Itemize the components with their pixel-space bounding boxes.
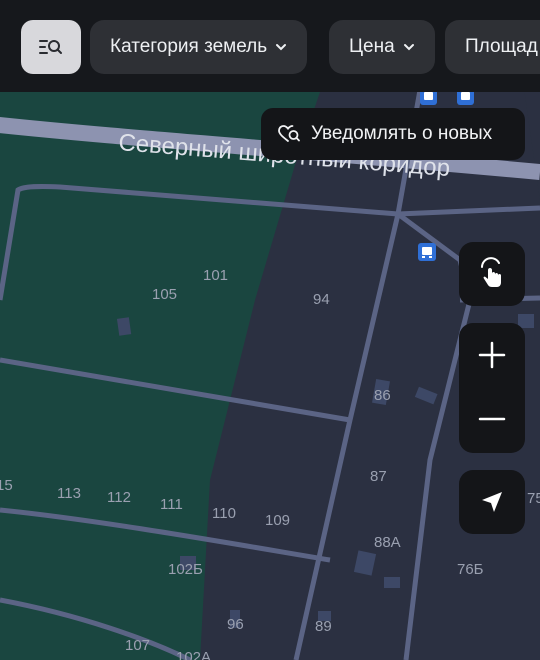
- price-filter[interactable]: Цена: [329, 20, 435, 74]
- plot-label: 86: [374, 387, 391, 404]
- zoom-in-button[interactable]: [459, 323, 525, 387]
- price-label: Цена: [349, 36, 395, 57]
- notify-new-button[interactable]: Уведомлять о новых: [261, 108, 525, 160]
- filter-search-icon: [39, 40, 62, 54]
- plot-label: 111: [160, 496, 183, 513]
- zoom-control: [459, 323, 525, 453]
- hand-pointer-icon: [481, 257, 501, 287]
- heart-search-icon: [277, 124, 301, 144]
- plot-label: 105: [152, 286, 177, 303]
- zoom-out-button[interactable]: [459, 387, 525, 451]
- my-location-button[interactable]: [459, 470, 525, 534]
- plot-label: 75: [527, 490, 540, 507]
- my-location-control: [459, 470, 525, 534]
- plot-label: 96: [227, 616, 244, 633]
- draw-area-button[interactable]: [459, 242, 525, 306]
- plot-label: 107: [125, 637, 150, 654]
- plot-label: 110: [212, 505, 236, 522]
- notify-label: Уведомлять о новых: [311, 123, 493, 144]
- plot-label: 94: [313, 291, 330, 308]
- filter-toolbar: Категория земель Цена Площад: [0, 0, 540, 92]
- plus-icon: [478, 341, 506, 369]
- plot-label: 87: [370, 468, 387, 485]
- plot-label: 113: [57, 485, 81, 502]
- filter-search-button[interactable]: [21, 20, 81, 74]
- chevron-down-icon: [403, 43, 415, 51]
- plot-label: 88А: [374, 534, 401, 551]
- area-filter[interactable]: Площад: [445, 20, 540, 74]
- land-category-filter[interactable]: Категория земель: [90, 20, 308, 74]
- bus-stop-icon[interactable]: [418, 243, 436, 261]
- plot-label: 112: [107, 489, 131, 506]
- plot-label: 89: [315, 618, 332, 635]
- area-label: Площад: [465, 36, 538, 57]
- draw-area-control[interactable]: [459, 242, 525, 306]
- plot-label: 102Б: [168, 561, 203, 578]
- location-arrow-icon: [482, 492, 502, 512]
- plot-label: 76Б: [457, 561, 484, 578]
- chevron-down-icon: [275, 43, 287, 51]
- plot-label: 15: [0, 477, 13, 494]
- plot-label: 102А: [176, 649, 211, 660]
- minus-icon: [478, 417, 506, 421]
- land-category-label: Категория земель: [110, 36, 268, 57]
- plot-label: 109: [265, 512, 290, 529]
- plot-label: 101: [203, 267, 228, 284]
